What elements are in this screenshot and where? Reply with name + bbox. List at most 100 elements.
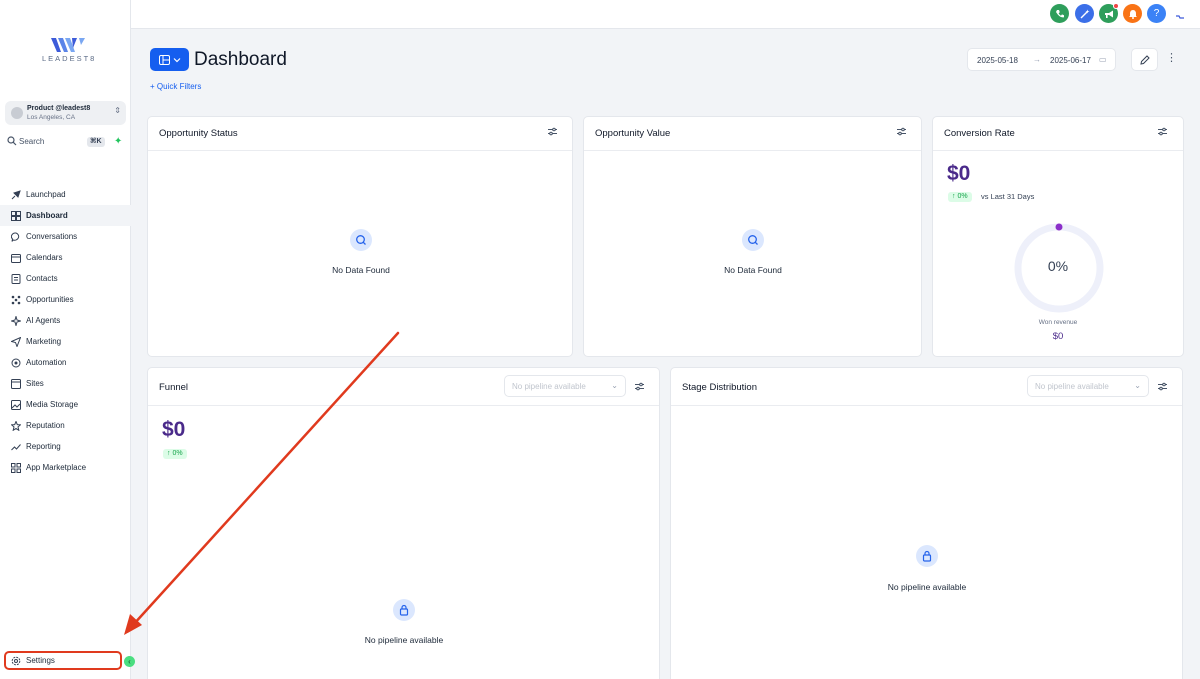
sidebar-item-dashboard[interactable]: Dashboard [0, 205, 131, 226]
sidebar-item-label: App Marketplace [26, 463, 87, 472]
sidebar-item-automation[interactable]: Automation [0, 352, 131, 373]
settings-sliders-icon[interactable] [1157, 126, 1168, 137]
edit-dashboard-button[interactable] [1131, 48, 1158, 71]
phone-button[interactable] [1050, 4, 1069, 23]
date-start: 2025-05-18 [977, 56, 1018, 65]
image-icon [10, 399, 21, 410]
conversion-value: $0 [947, 162, 971, 185]
settings-sliders-icon[interactable] [1157, 381, 1168, 392]
chevron-down-icon: ⌄ [1134, 381, 1141, 390]
search-label: Search [19, 137, 45, 146]
logo-text: LEADEST8 [42, 54, 97, 63]
quick-filters-link[interactable]: + Quick Filters [150, 82, 201, 91]
settings-label: Settings [26, 656, 55, 665]
dashboard-switcher-button[interactable] [150, 48, 189, 71]
ai-sparkle-icon[interactable]: ✦ [114, 136, 122, 148]
collapse-sidebar-button[interactable]: ‹ [124, 656, 135, 667]
card-title: Conversion Rate [944, 128, 1015, 139]
date-range-picker[interactable]: 2025-05-18 → 2025-06-17 ▭ [967, 48, 1116, 71]
sidebar-item-sites[interactable]: Sites [0, 373, 131, 394]
card-divider [148, 150, 572, 151]
brand-logo[interactable]: LEADEST8 [42, 38, 94, 68]
search-button[interactable]: Search ⌘K [5, 135, 105, 149]
sidebar-item-media-storage[interactable]: Media Storage [0, 394, 131, 415]
magic-button[interactable] [1075, 4, 1094, 23]
notifications-button[interactable] [1123, 4, 1142, 23]
sidebar-item-marketing[interactable]: Marketing [0, 331, 131, 352]
empty-state-text: No Data Found [332, 265, 390, 275]
location-avatar-icon [11, 107, 23, 119]
calendar-icon: ▭ [1099, 55, 1107, 64]
sidebar-item-label: Launchpad [26, 190, 66, 199]
settings-sliders-icon[interactable] [634, 381, 645, 392]
empty-state-text: No pipeline available [887, 582, 967, 592]
funnel-card: Funnel No pipeline available ⌄ $0 ↑ 0% N… [147, 367, 660, 679]
automation-icon [10, 357, 21, 368]
sidebar-item-label: Sites [26, 379, 44, 388]
chevron-down-icon: ⌄ [611, 381, 618, 390]
sidebar-item-app-marketplace[interactable]: App Marketplace [0, 457, 131, 478]
help-icon: ? [1153, 8, 1160, 19]
funnel-value: $0 [162, 418, 186, 441]
sidebar-item-contacts[interactable]: Contacts [0, 268, 131, 289]
settings-sliders-icon[interactable] [896, 126, 907, 137]
lock-icon [393, 599, 415, 621]
contacts-icon [10, 273, 21, 284]
location-city: Los Angeles, CA [27, 114, 76, 121]
sidebar-item-launchpad[interactable]: Launchpad [0, 184, 131, 205]
star-icon [10, 420, 21, 431]
sidebar-item-reporting[interactable]: Reporting [0, 436, 131, 457]
sidebar-item-calendars[interactable]: Calendars [0, 247, 131, 268]
search-icon [350, 229, 372, 251]
grid-icon [10, 462, 21, 473]
sidebar-item-settings[interactable]: Settings [4, 651, 122, 670]
sidebar-item-label: Opportunities [26, 295, 74, 304]
change-badge: ↑ 0% [163, 449, 187, 459]
trend-icon [10, 441, 21, 452]
location-name: Product @leadest8 [27, 105, 91, 112]
dashboard-icon [10, 210, 21, 221]
sidebar-item-label: Automation [26, 358, 67, 367]
settings-sliders-icon[interactable] [547, 126, 558, 137]
arrow-right-icon: → [1033, 55, 1041, 64]
page-title: Dashboard [194, 49, 287, 70]
date-end: 2025-06-17 [1050, 56, 1091, 65]
empty-state-text: No Data Found [724, 265, 782, 275]
pipeline-select[interactable]: No pipeline available ⌄ [504, 375, 626, 397]
sidebar-item-ai-agents[interactable]: AI Agents [0, 310, 131, 331]
search-icon [7, 136, 17, 146]
sidebar-item-label: AI Agents [26, 316, 61, 325]
sidebar-item-reputation[interactable]: Reputation [0, 415, 131, 436]
layout-icon [158, 54, 170, 65]
megaphone-icon [1104, 10, 1113, 18]
sites-icon [10, 378, 21, 389]
phone-icon [1055, 9, 1064, 17]
calendar-icon [10, 252, 21, 263]
location-switcher[interactable]: Product @leadest8 Los Angeles, CA ⇕ [5, 101, 126, 125]
opportunity-value-card: Opportunity Value No Data Found [583, 116, 922, 357]
sidebar-item-conversations[interactable]: Conversations [0, 226, 131, 247]
search-shortcut: ⌘K [87, 137, 105, 147]
opportunities-icon [10, 294, 21, 305]
more-options-icon[interactable]: ⋮ [1166, 51, 1177, 64]
sidebar-nav: Launchpad Dashboard Conversations Calend… [0, 184, 131, 478]
pencil-icon [1139, 54, 1150, 65]
sidebar-item-opportunities[interactable]: Opportunities [0, 289, 131, 310]
chevron-updown-icon: ⇕ [114, 106, 121, 115]
card-divider [933, 150, 1183, 151]
card-title: Opportunity Value [595, 128, 671, 139]
account-logo-icon[interactable] [1175, 9, 1185, 19]
help-button[interactable]: ? [1147, 4, 1166, 23]
chevron-down-icon [173, 57, 180, 62]
bell-icon [1128, 9, 1137, 19]
chat-icon [10, 231, 21, 242]
sparkle-icon [10, 315, 21, 326]
sidebar-item-label: Marketing [26, 337, 62, 346]
pipeline-select[interactable]: No pipeline available ⌄ [1027, 375, 1149, 397]
stage-distribution-card: Stage Distribution No pipeline available… [670, 367, 1183, 679]
card-divider [584, 150, 921, 151]
lock-icon [916, 545, 938, 567]
pipeline-select-value: No pipeline available [1035, 382, 1109, 391]
rocket-icon [10, 189, 21, 200]
announcements-button[interactable] [1099, 3, 1119, 23]
